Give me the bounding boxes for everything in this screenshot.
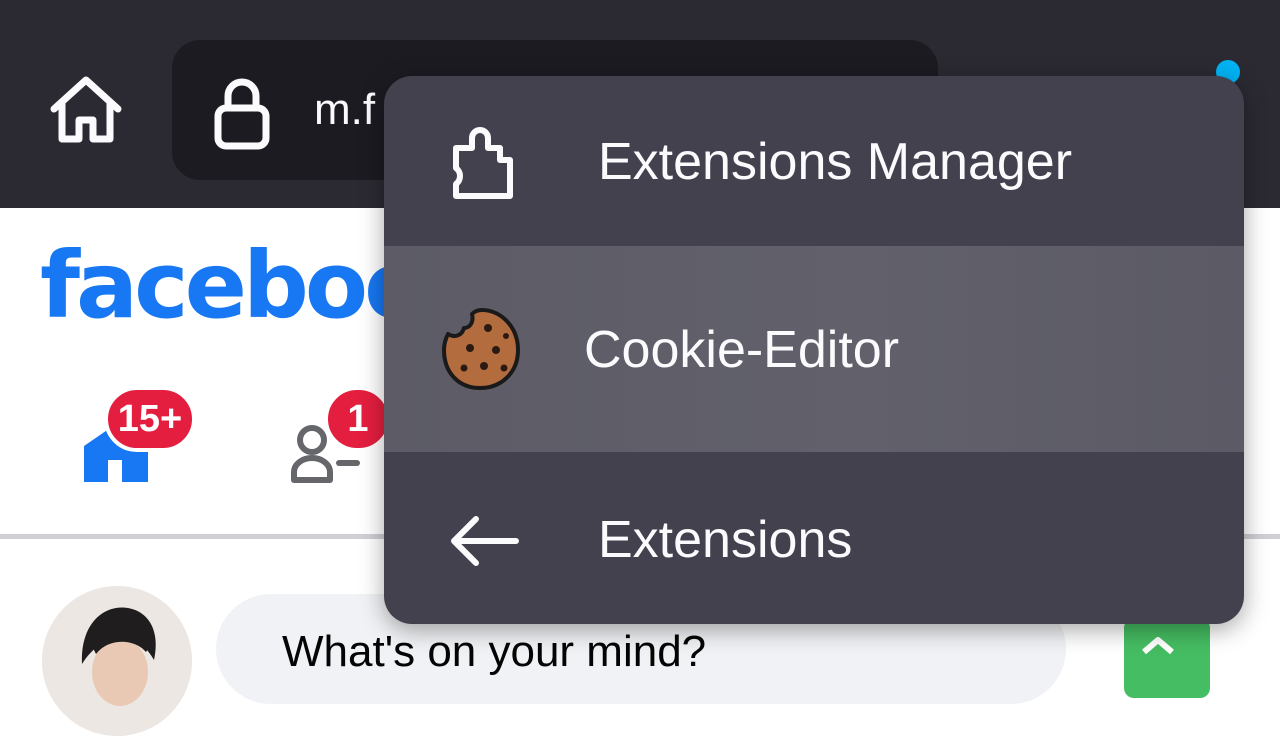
url-text[interactable]: m.f <box>314 80 375 140</box>
photo-button[interactable] <box>1124 618 1210 698</box>
arrow-left-icon <box>451 516 519 566</box>
menu-item-label: Extensions Manager <box>598 133 1073 191</box>
menu-item-extensions-back[interactable]: Extensions <box>384 452 1244 624</box>
photo-icon <box>1142 637 1174 655</box>
profile-photo <box>42 586 192 736</box>
friends-notification-badge: 1 <box>324 386 392 452</box>
puzzle-piece-icon <box>453 127 513 199</box>
menu-item-label: Extensions <box>598 511 853 569</box>
home-button[interactable] <box>44 70 128 150</box>
home-notification-badge: 15+ <box>104 386 196 452</box>
extensions-menu: Extensions Manager Cookie-Editor Extensi… <box>384 76 1244 624</box>
menu-item-label: Cookie-Editor <box>584 321 900 379</box>
facebook-logo[interactable]: faceboo <box>40 226 427 346</box>
menu-item-extensions-manager[interactable]: Extensions Manager <box>384 76 1244 246</box>
avatar[interactable] <box>42 586 192 736</box>
home-icon <box>50 76 122 143</box>
lock-icon <box>214 78 270 150</box>
menu-item-cookie-editor[interactable]: Cookie-Editor <box>384 246 1244 452</box>
composer-placeholder: What's on your mind? <box>282 627 707 676</box>
cookie-icon <box>442 308 520 390</box>
